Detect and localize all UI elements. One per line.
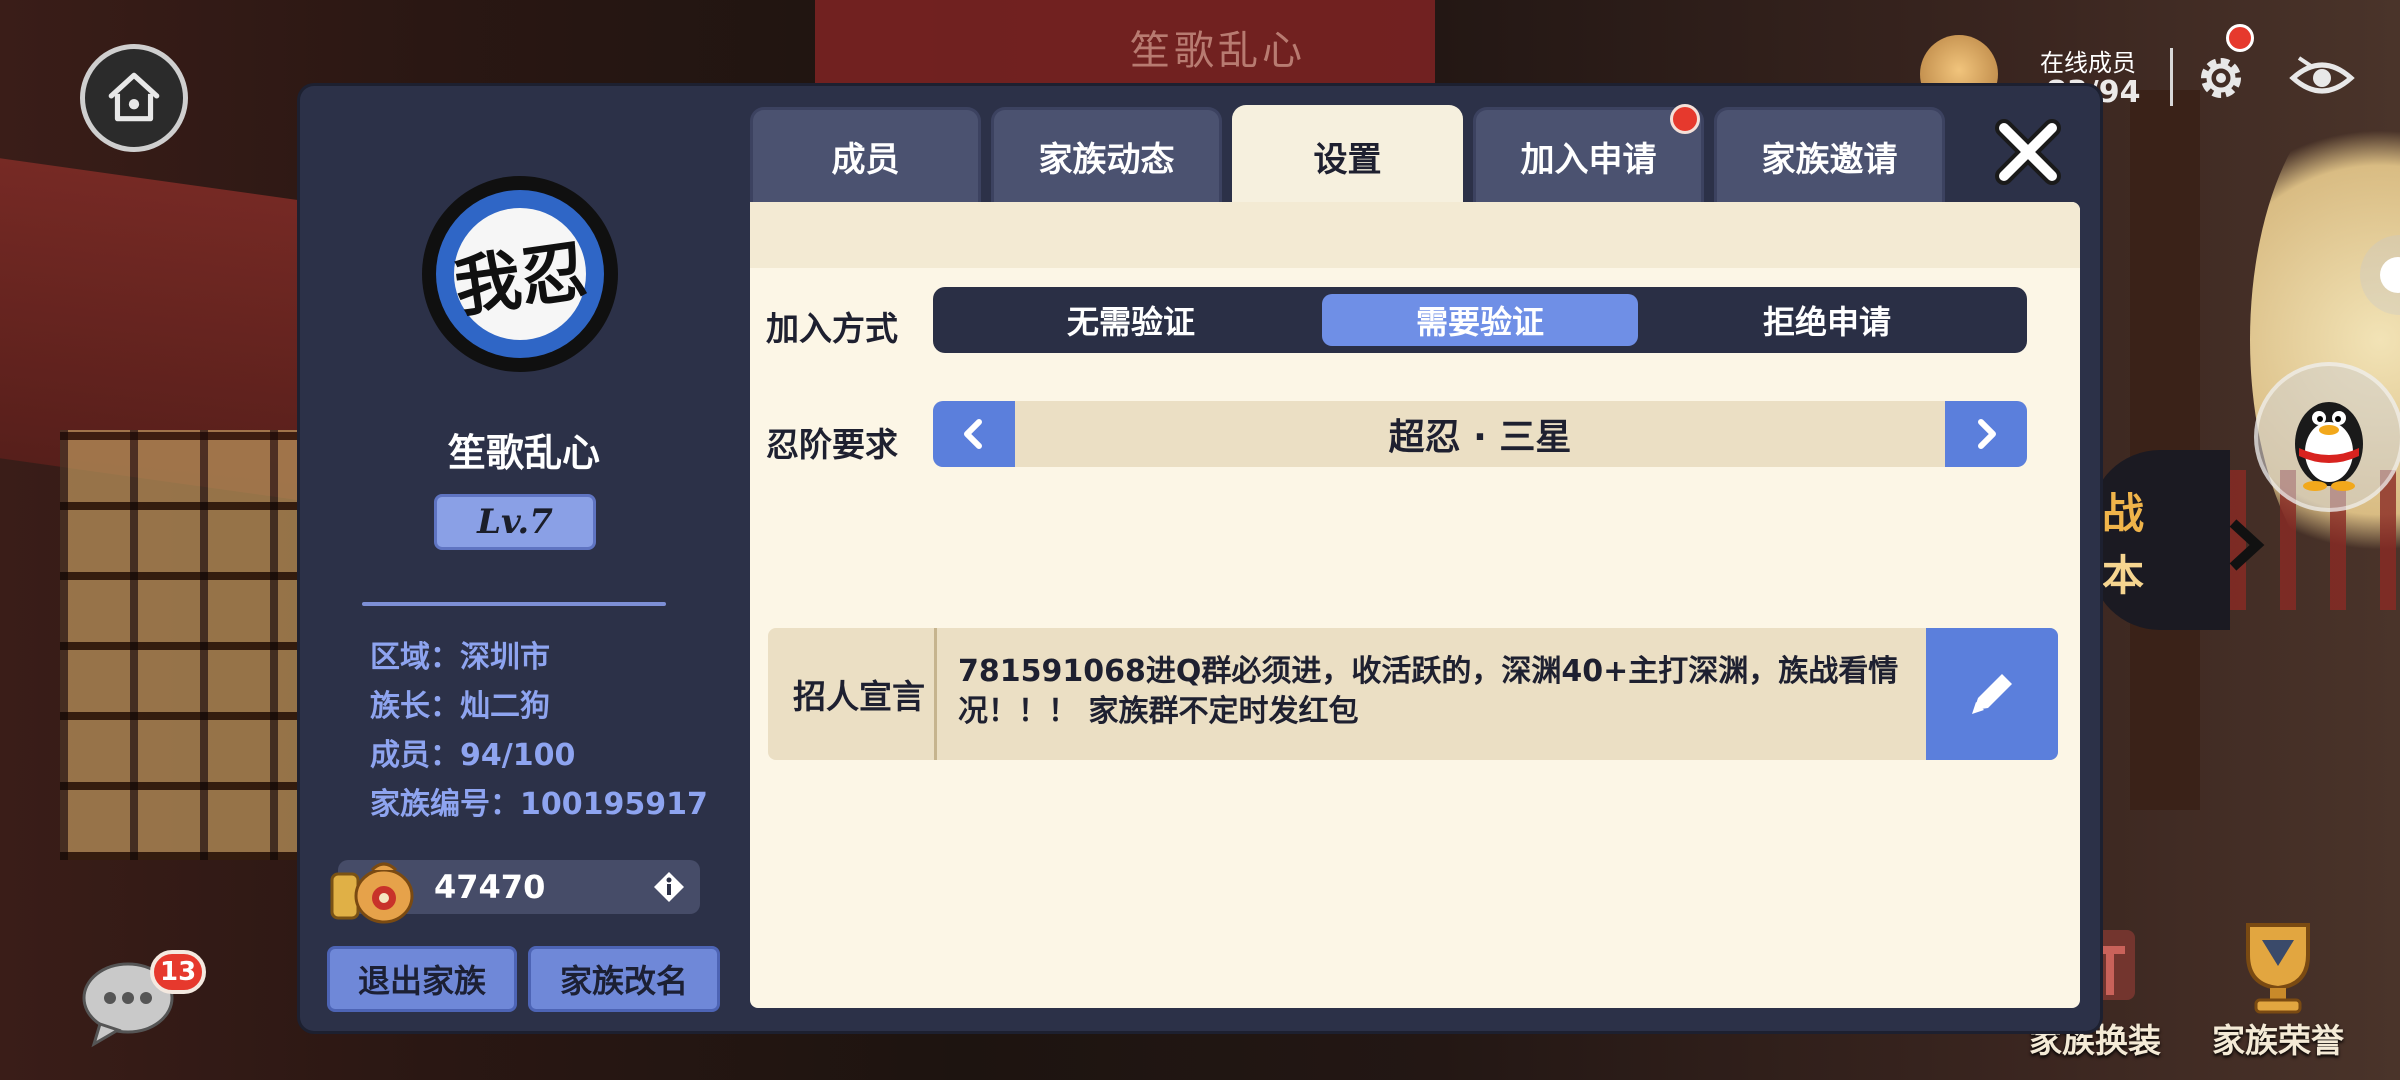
tab-members[interactable]: 成员 — [750, 107, 981, 203]
rank-prev-button[interactable] — [933, 401, 1015, 467]
online-label: 在线成员 — [2040, 49, 2136, 77]
recruit-declaration: 招人宣言 781591068进Q群必须进，收活跃的，深渊40+主打深渊，族战看情… — [768, 628, 2058, 760]
eye-icon — [2289, 56, 2355, 94]
family-battle-entry[interactable]: 战 本 — [2090, 450, 2230, 630]
trophy-icon — [2246, 923, 2310, 1014]
battle-arrow-icon — [2229, 519, 2265, 571]
qq-button[interactable] — [2254, 362, 2400, 512]
bg-window — [60, 430, 300, 860]
settings-gear-icon — [2201, 58, 2241, 98]
family-name: 笙歌乱心 — [447, 431, 600, 475]
pencil-icon — [1972, 674, 2012, 714]
tab-family-invites[interactable]: 家族邀请 — [1714, 107, 1945, 203]
chevron-left-icon — [964, 419, 982, 449]
home-icon — [108, 72, 160, 122]
family-emblem: 我忍 — [422, 176, 618, 372]
family-funds-value: 47470 — [434, 868, 546, 906]
left-divider — [362, 602, 666, 606]
rank-requirement-label: 忍阶要求 — [766, 425, 898, 464]
close-icon[interactable] — [1990, 114, 2066, 190]
leave-family-button[interactable]: 退出家族 — [327, 946, 517, 1012]
chat-badge: 13 — [150, 950, 207, 994]
settings-content-header — [750, 202, 2080, 268]
battle-text-1: 战 — [2102, 489, 2145, 538]
family-region: 区域：深圳市 — [370, 640, 550, 675]
recruit-label: 招人宣言 — [784, 628, 937, 760]
settings-notice-dot — [2226, 24, 2254, 52]
battle-text-2: 本 — [2102, 551, 2145, 600]
emblem-ring: 我忍 — [436, 190, 604, 358]
emblem-text: 我忍 — [449, 231, 592, 327]
join-option-verify[interactable]: 需要验证 — [1322, 294, 1638, 346]
emblem-inner: 我忍 — [450, 208, 591, 340]
join-option-no-verify[interactable]: 无需验证 — [973, 294, 1289, 346]
qq-penguin-icon — [2295, 402, 2363, 491]
rank-requirement-value: 超忍 · 三星 — [1388, 417, 1572, 458]
tab-family-news[interactable]: 家族动态 — [991, 107, 1222, 203]
recruit-text: 781591068进Q群必须进，收活跃的，深渊40+主打深渊，族战看情况！！！ … — [958, 654, 1899, 729]
bg-banner-text: 笙歌乱心 — [1130, 28, 1306, 74]
family-leader: 族长：灿二狗 — [370, 689, 550, 724]
join-method-selector: 无需验证 需要验证 拒绝申请 — [933, 287, 2027, 353]
home-button[interactable] — [80, 44, 188, 152]
family-level-badge: Lv.7 — [434, 494, 596, 550]
hud-divider — [2170, 48, 2173, 106]
join-option-reject[interactable]: 拒绝申请 — [1669, 294, 1985, 346]
rank-requirement-selector: 超忍 · 三星 — [933, 401, 2027, 467]
info-icon[interactable] — [652, 870, 686, 904]
honor-label: 家族荣誉 — [2212, 1021, 2344, 1060]
tab-settings[interactable]: 设置 — [1232, 105, 1463, 205]
join-requests-notice-dot — [1670, 104, 1700, 134]
family-honor-button[interactable]: 家族荣誉 — [2198, 910, 2358, 1062]
family-id: 家族编号：100195917 — [370, 787, 708, 822]
coin-bag-icon — [330, 862, 414, 924]
join-method-label: 加入方式 — [766, 309, 898, 348]
edit-recruit-button[interactable] — [1926, 628, 2058, 760]
rename-family-button[interactable]: 家族改名 — [528, 946, 720, 1012]
rank-next-button[interactable] — [1945, 401, 2027, 467]
view-toggle-button[interactable] — [2282, 38, 2362, 118]
family-funds: 47470 — [330, 860, 700, 924]
chevron-right-icon — [1978, 419, 1996, 449]
bg-banner — [815, 0, 1435, 90]
family-member-count: 成员：94/100 — [370, 738, 576, 773]
